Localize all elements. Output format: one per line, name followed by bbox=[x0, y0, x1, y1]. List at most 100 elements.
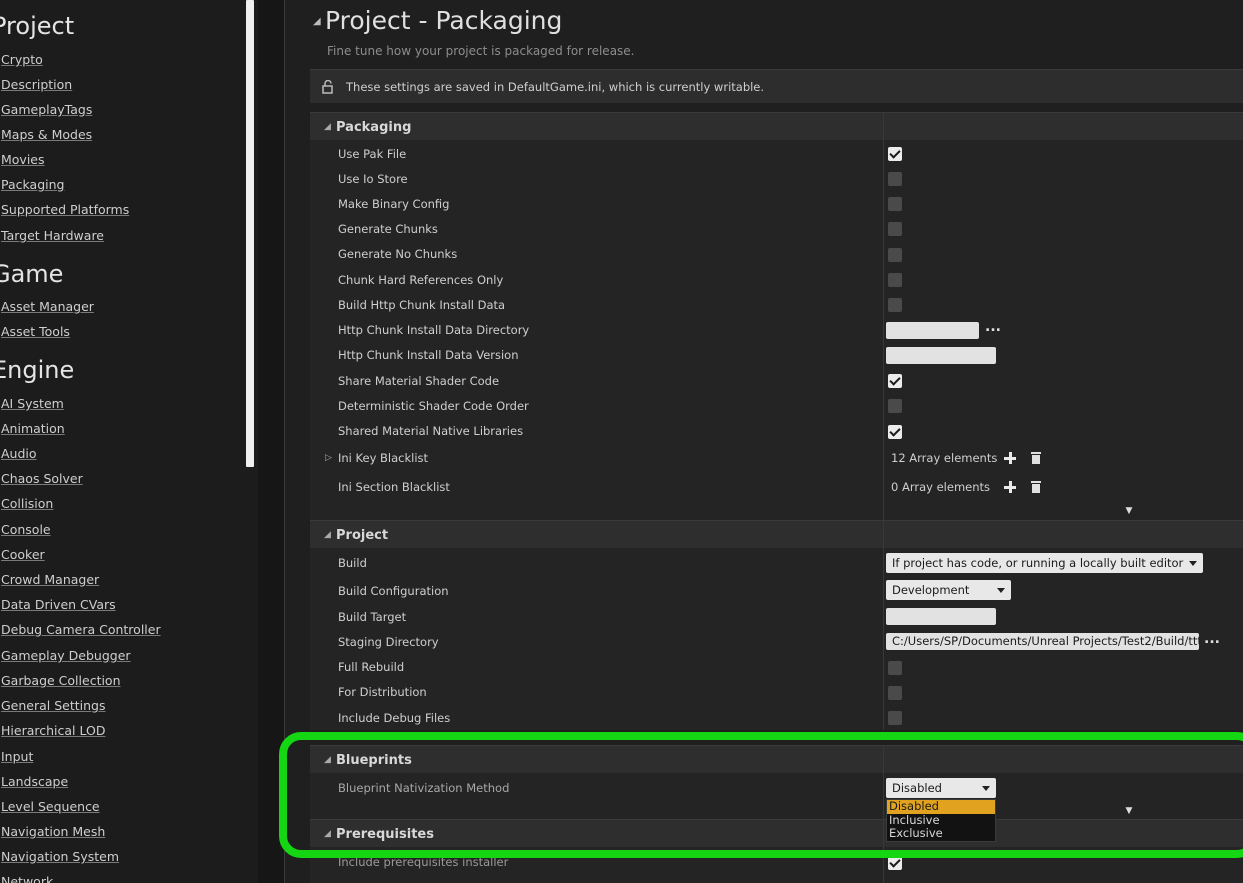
sidebar-item-audio[interactable]: Audio bbox=[1, 446, 37, 461]
label-for-distribution: For Distribution bbox=[338, 685, 427, 699]
collapse-arrow-icon: ◢ bbox=[324, 122, 331, 132]
label-deterministic-shader-code-order: Deterministic Shader Code Order bbox=[338, 399, 529, 413]
panel-splitter[interactable] bbox=[258, 0, 284, 883]
section-header-project[interactable]: ◢ Project bbox=[310, 520, 1243, 548]
label-staging-directory: Staging Directory bbox=[338, 635, 439, 649]
collapse-arrow-icon[interactable]: ◢ bbox=[313, 16, 321, 27]
sidebar-item-navigation-system[interactable]: Navigation System bbox=[1, 849, 119, 864]
build-value: If project has code, or running a locall… bbox=[892, 556, 1184, 570]
checkbox-shared-material-native-libraries[interactable] bbox=[888, 425, 902, 439]
sidebar-item-general-settings[interactable]: General Settings bbox=[1, 698, 106, 713]
trash-icon[interactable] bbox=[1031, 452, 1041, 464]
sidebar-item-supported-platforms[interactable]: Supported Platforms bbox=[1, 202, 129, 217]
add-element-icon[interactable] bbox=[1004, 452, 1016, 464]
sidebar-item-packaging[interactable]: Packaging bbox=[1, 177, 64, 192]
column-divider bbox=[883, 847, 884, 883]
sidebar-item-console[interactable]: Console bbox=[1, 522, 51, 537]
build-dropdown[interactable]: If project has code, or running a locall… bbox=[886, 553, 1204, 573]
option-disabled[interactable]: Disabled bbox=[887, 799, 995, 814]
column-divider bbox=[883, 746, 884, 773]
sidebar-item-input[interactable]: Input bbox=[1, 749, 33, 764]
checkbox-share-material-shader-code[interactable] bbox=[888, 374, 902, 388]
sidebar-item-target-hardware[interactable]: Target Hardware bbox=[1, 228, 104, 243]
category-title-game: Game bbox=[0, 260, 64, 288]
collapse-arrow-icon: ◢ bbox=[324, 829, 331, 839]
sidebar-item-gameplay-debugger[interactable]: Gameplay Debugger bbox=[1, 648, 131, 663]
checkbox-build-http-chunk-install-data[interactable] bbox=[888, 298, 902, 312]
label-make-binary-config: Make Binary Config bbox=[338, 197, 450, 211]
sidebar-item-description[interactable]: Description bbox=[1, 77, 72, 92]
sidebar-item-navigation-mesh[interactable]: Navigation Mesh bbox=[1, 824, 105, 839]
checkbox-generate-chunks[interactable] bbox=[888, 222, 902, 236]
ini-section-blacklist-count: 0 Array elements bbox=[891, 480, 991, 494]
label-http-chunk-install-data-version: Http Chunk Install Data Version bbox=[338, 348, 519, 362]
checkbox-deterministic-shader-code-order[interactable] bbox=[888, 399, 902, 413]
sidebar-item-animation[interactable]: Animation bbox=[1, 421, 65, 436]
browse-dots-button[interactable]: ... bbox=[985, 319, 1001, 335]
staging-directory-input[interactable]: C:/Users/SP/Documents/Unreal Projects/Te… bbox=[886, 633, 1199, 650]
label-generate-no-chunks: Generate No Chunks bbox=[338, 247, 458, 261]
option-inclusive[interactable]: Inclusive bbox=[887, 813, 995, 828]
checkbox-use-pak-file[interactable] bbox=[888, 147, 902, 161]
sidebar-item-collision[interactable]: Collision bbox=[1, 496, 53, 511]
nativization-method-dropdown[interactable]: Disabled bbox=[886, 778, 996, 798]
sidebar-item-gameplaytags[interactable]: GameplayTags bbox=[1, 102, 92, 117]
label-use-io-store: Use Io Store bbox=[338, 172, 408, 186]
label-shared-material-native-libraries: Shared Material Native Libraries bbox=[338, 424, 524, 438]
sidebar-item-asset-manager[interactable]: Asset Manager bbox=[1, 299, 94, 314]
sidebar-item-garbage-collection[interactable]: Garbage Collection bbox=[1, 673, 121, 688]
sidebar-item-asset-tools[interactable]: Asset Tools bbox=[1, 324, 70, 339]
sidebar-item-ai-system[interactable]: AI System bbox=[1, 396, 64, 411]
build-configuration-value: Development bbox=[892, 583, 970, 597]
build-target-input[interactable] bbox=[886, 608, 996, 625]
sidebar-item-chaos-solver[interactable]: Chaos Solver bbox=[1, 471, 83, 486]
section-title: Blueprints bbox=[336, 753, 412, 768]
column-divider bbox=[883, 113, 884, 140]
checkbox-generate-no-chunks[interactable] bbox=[888, 248, 902, 262]
chevron-down-icon bbox=[982, 786, 990, 791]
label-ini-key-blacklist: Ini Key Blacklist bbox=[338, 451, 429, 465]
label-ini-section-blacklist: Ini Section Blacklist bbox=[338, 480, 450, 494]
sidebar-item-movies[interactable]: Movies bbox=[1, 152, 45, 167]
nativization-options-list: Disabled Inclusive Exclusive bbox=[886, 799, 996, 842]
category-title-engine: Engine bbox=[0, 356, 75, 384]
trash-icon[interactable] bbox=[1031, 481, 1041, 493]
checkbox-chunk-hard-references-only[interactable] bbox=[888, 273, 902, 287]
checkbox-full-rebuild[interactable] bbox=[888, 661, 902, 675]
advanced-expand-icon[interactable]: ▼ bbox=[1119, 806, 1139, 816]
label-chunk-hard-references-only: Chunk Hard References Only bbox=[338, 273, 504, 287]
sidebar-item-crypto[interactable]: Crypto bbox=[1, 52, 43, 67]
expand-arrow-icon[interactable]: ▷ bbox=[325, 453, 332, 463]
checkbox-include-debug-files[interactable] bbox=[888, 711, 902, 725]
advanced-expand-icon[interactable]: ▼ bbox=[1119, 506, 1139, 516]
sidebar-item-hierarchical-lod[interactable]: Hierarchical LOD bbox=[1, 723, 105, 738]
section-header-packaging[interactable]: ◢ Packaging bbox=[310, 112, 1243, 140]
checkbox-include-prerequisites-installer[interactable] bbox=[888, 856, 902, 870]
http-chunk-directory-input[interactable] bbox=[886, 322, 979, 339]
sidebar-item-level-sequence[interactable]: Level Sequence bbox=[1, 799, 100, 814]
checkbox-for-distribution[interactable] bbox=[888, 686, 902, 700]
category-title-project: Project bbox=[0, 12, 75, 40]
sidebar-item-crowd-manager[interactable]: Crowd Manager bbox=[1, 572, 99, 587]
section-header-prerequisites[interactable]: ◢ Prerequisites bbox=[310, 819, 1243, 847]
sidebar-item-data-driven-cvars[interactable]: Data Driven CVars bbox=[1, 597, 116, 612]
add-element-icon[interactable] bbox=[1004, 481, 1016, 493]
checkbox-make-binary-config[interactable] bbox=[888, 197, 902, 211]
sidebar-item-maps-modes[interactable]: Maps & Modes bbox=[1, 127, 92, 142]
sidebar-item-debug-camera-controller[interactable]: Debug Camera Controller bbox=[1, 622, 161, 637]
http-chunk-version-input[interactable] bbox=[886, 347, 996, 364]
chevron-down-icon bbox=[1189, 561, 1198, 566]
sidebar-item-network[interactable]: Network bbox=[1, 874, 53, 883]
build-configuration-dropdown[interactable]: Development bbox=[886, 580, 1012, 600]
option-exclusive[interactable]: Exclusive bbox=[887, 827, 995, 841]
settings-main-panel: ◢ Project - Packaging Fine tune how your… bbox=[285, 0, 1243, 883]
blueprints-rows bbox=[310, 773, 1243, 819]
sidebar-scrollbar[interactable] bbox=[246, 0, 254, 467]
sidebar-item-cooker[interactable]: Cooker bbox=[1, 547, 45, 562]
collapse-arrow-icon: ◢ bbox=[324, 755, 331, 765]
section-header-blueprints[interactable]: ◢ Blueprints bbox=[310, 745, 1243, 773]
checkbox-use-io-store[interactable] bbox=[888, 172, 902, 186]
browse-dots-button[interactable]: ... bbox=[1204, 631, 1220, 647]
sidebar-item-landscape[interactable]: Landscape bbox=[1, 774, 68, 789]
label-include-prerequisites-installer: Include prerequisites installer bbox=[338, 855, 509, 869]
